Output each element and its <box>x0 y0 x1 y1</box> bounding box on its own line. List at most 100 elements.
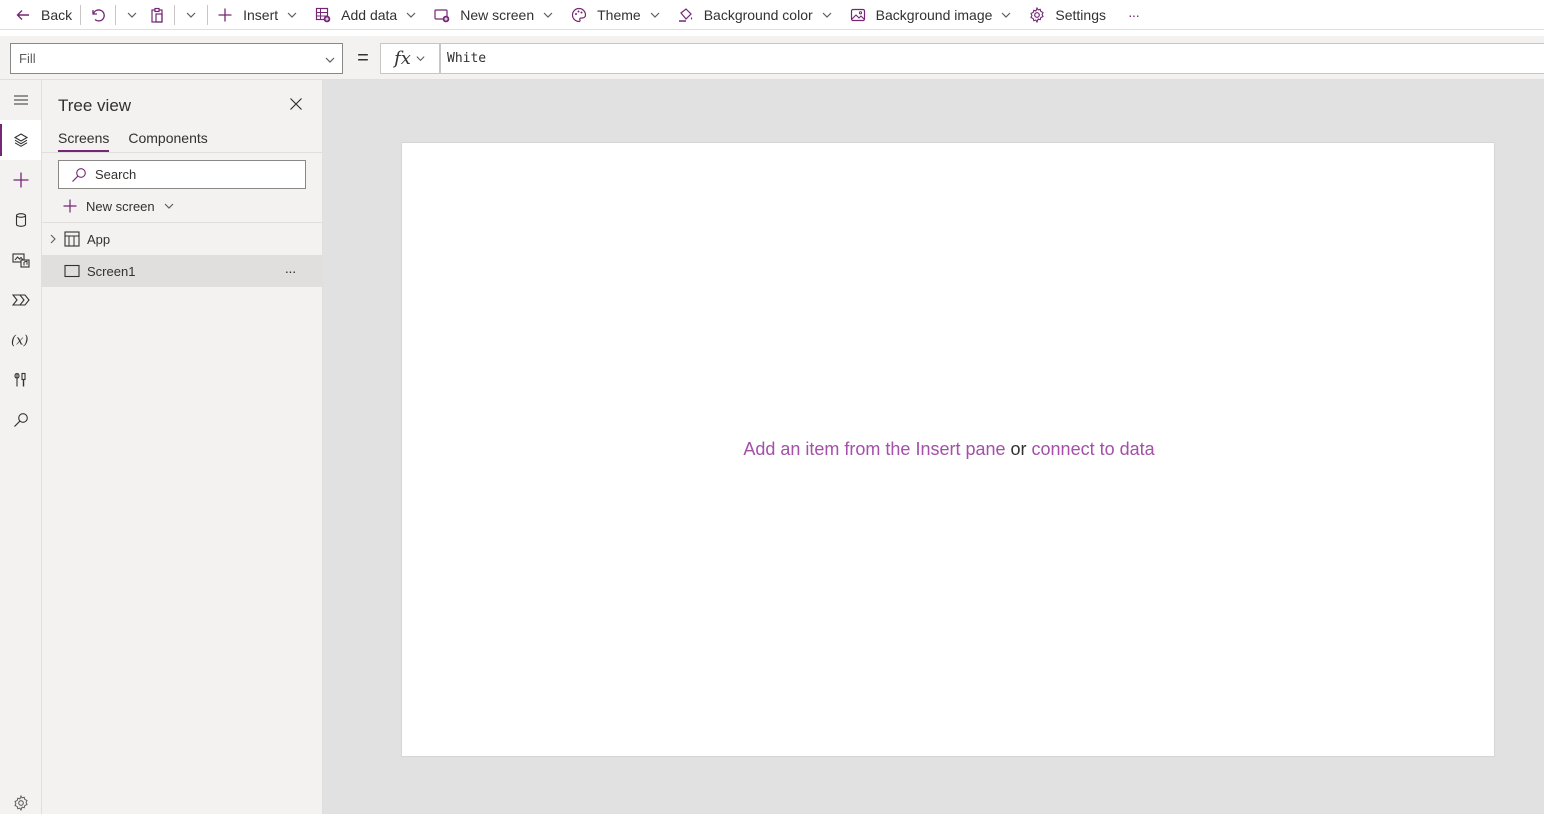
fx-label: fx <box>394 48 411 69</box>
image-icon <box>849 6 867 24</box>
paste-button[interactable] <box>144 1 170 29</box>
chevron-right-icon[interactable] <box>48 233 58 245</box>
chevron-down-icon <box>127 12 137 18</box>
hamburger-menu-button[interactable] <box>0 80 41 120</box>
variables-icon: (x) <box>11 334 28 349</box>
empty-canvas-hint: Add an item from the Insert pane or conn… <box>402 439 1496 460</box>
tree-view-title: Tree view <box>58 96 132 115</box>
equals-sign: = <box>357 47 369 69</box>
node-more-button[interactable]: ··· <box>280 263 300 279</box>
insert-label: Insert <box>243 6 279 23</box>
tab-components[interactable]: Components <box>128 130 207 150</box>
app-icon <box>64 231 80 247</box>
search-pane-button[interactable] <box>0 400 41 440</box>
chevron-down-icon <box>1001 12 1011 18</box>
back-button[interactable]: Back <box>10 1 76 29</box>
add-data-button[interactable]: Add data <box>310 1 421 29</box>
property-dropdown[interactable]: Fill <box>10 43 343 74</box>
tree-node-screen1[interactable]: Screen1 ··· <box>42 255 322 287</box>
theme-label: Theme <box>597 6 641 23</box>
left-rail: (x) <box>0 80 42 814</box>
background-color-label: Background color <box>703 6 813 23</box>
plus-icon <box>63 199 77 213</box>
paint-bucket-icon <box>677 6 695 24</box>
undo-button[interactable] <box>85 1 111 29</box>
canvas-area[interactable]: Add an item from the Insert pane or conn… <box>323 80 1544 814</box>
tree-view-button[interactable] <box>0 120 41 160</box>
tree-view-icon <box>13 133 28 147</box>
power-automate-button[interactable] <box>0 280 41 320</box>
more-label: ··· <box>1128 6 1140 23</box>
formula-text: White <box>447 51 487 66</box>
insert-icon <box>13 172 28 188</box>
chevron-down-icon <box>287 12 297 18</box>
chevron-down-icon <box>325 57 335 63</box>
insert-pane-button[interactable] <box>0 160 41 200</box>
new-screen-icon <box>433 6 451 24</box>
command-bar: Back Insert Add data New screen Theme Ba… <box>0 0 1544 30</box>
connect-to-data-link[interactable]: connect to data <box>1032 439 1155 459</box>
new-screen-button[interactable]: New screen <box>429 1 558 29</box>
close-tree-view-button[interactable] <box>288 96 304 112</box>
formula-input[interactable]: White <box>440 43 1544 74</box>
paste-dropdown-button[interactable] <box>179 1 203 29</box>
chevron-down-icon <box>416 56 425 62</box>
divider <box>42 152 322 153</box>
new-screen-label: New screen <box>86 198 155 214</box>
settings-label: Settings <box>1055 6 1106 23</box>
tree-search-box <box>58 160 306 189</box>
tree-node-label: Screen1 <box>87 264 136 279</box>
chevron-down-icon <box>650 12 660 18</box>
settings-rail-button[interactable] <box>0 792 41 814</box>
insert-pane-link[interactable]: Add an item from the Insert pane <box>743 439 1005 459</box>
power-automate-icon <box>11 294 30 306</box>
palette-icon <box>570 6 588 24</box>
new-screen-label: New screen <box>460 6 535 23</box>
separator <box>207 4 209 25</box>
advanced-tools-icon <box>13 372 26 387</box>
separator <box>174 4 176 25</box>
add-data-icon <box>314 6 332 24</box>
more-commands-button[interactable]: ··· <box>1124 1 1143 29</box>
background-color-button[interactable]: Background color <box>673 1 837 29</box>
undo-icon <box>89 6 107 24</box>
background-image-label: Background image <box>875 6 993 23</box>
advanced-tools-button[interactable] <box>0 360 41 400</box>
chevron-down-icon <box>164 203 174 209</box>
theme-button[interactable]: Theme <box>566 1 665 29</box>
svg-text:(x): (x) <box>11 334 28 349</box>
separator <box>80 4 82 25</box>
hamburger-icon <box>13 95 28 105</box>
insert-button[interactable]: Insert <box>212 1 302 29</box>
tab-screens[interactable]: Screens <box>58 130 110 152</box>
search-icon <box>72 167 86 182</box>
media-icon <box>11 253 30 268</box>
data-icon <box>15 213 26 227</box>
fx-button[interactable]: fx <box>380 43 440 74</box>
tree-node-label: App <box>87 232 111 247</box>
chevron-down-icon <box>406 12 416 18</box>
media-pane-button[interactable] <box>0 240 41 280</box>
chevron-down-icon <box>186 12 196 18</box>
chevron-down-icon <box>822 12 832 18</box>
formula-bar: Fill = fx White <box>0 36 1544 80</box>
data-pane-button[interactable] <box>0 200 41 240</box>
variables-button[interactable]: (x) <box>0 320 41 360</box>
property-value: Fill <box>19 51 36 66</box>
clipboard-icon <box>148 6 166 24</box>
screen-canvas[interactable]: Add an item from the Insert pane or conn… <box>401 142 1495 757</box>
settings-icon <box>13 795 28 811</box>
tree-new-screen-button[interactable]: New screen <box>62 197 175 215</box>
search-icon <box>13 413 28 427</box>
close-icon <box>290 98 302 110</box>
chevron-down-icon <box>543 12 553 18</box>
tree-node-app[interactable]: App <box>42 223 322 255</box>
hint-connector-text: or <box>1005 439 1032 459</box>
search-input[interactable] <box>95 163 295 186</box>
settings-button[interactable]: Settings <box>1024 1 1110 29</box>
back-label: Back <box>41 6 73 23</box>
background-image-button[interactable]: Background image <box>845 1 1017 29</box>
tree-view-panel: Tree view Screens Components New screen … <box>42 80 323 814</box>
undo-dropdown-button[interactable] <box>120 1 144 29</box>
screen-icon <box>64 264 80 278</box>
